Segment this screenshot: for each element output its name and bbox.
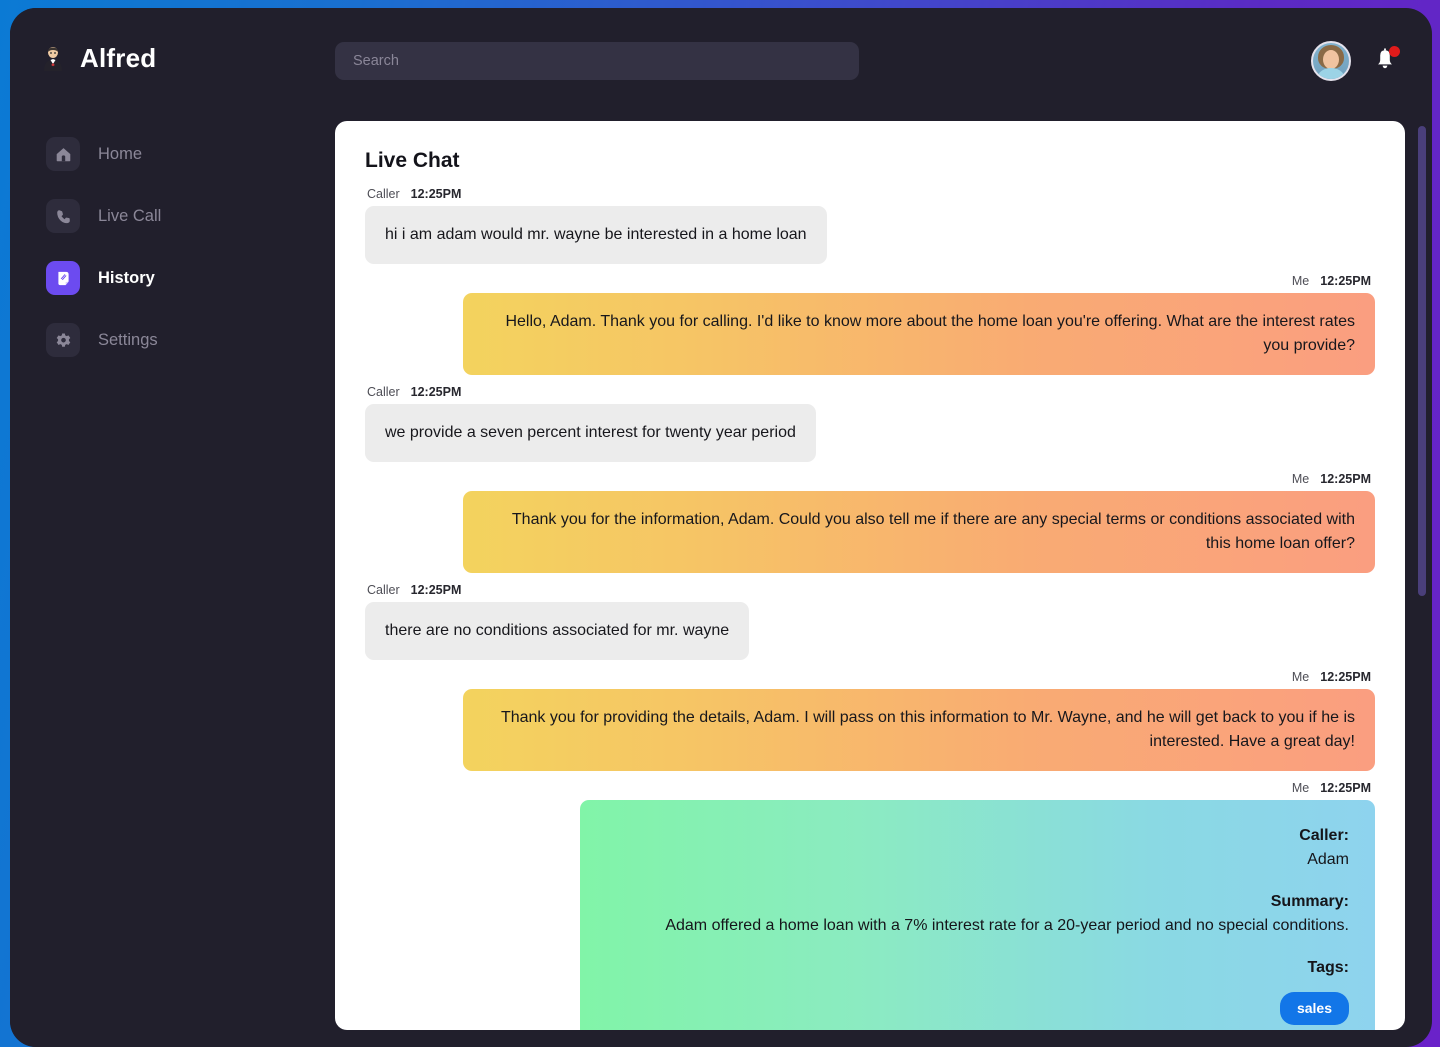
message-time: 12:25PM bbox=[410, 385, 462, 399]
sidebar-item-label: Home bbox=[98, 144, 143, 163]
butler-icon bbox=[38, 43, 68, 73]
message-bubble: Thank you for the information, Adam. Cou… bbox=[463, 491, 1375, 573]
message-bubble: we provide a seven percent interest for … bbox=[365, 404, 816, 462]
message-time: 12:25PM bbox=[1320, 670, 1371, 684]
sidebar-item-settings[interactable]: Settings bbox=[10, 309, 324, 371]
message-sender: Me bbox=[1291, 781, 1310, 795]
document-icon bbox=[46, 261, 80, 295]
message-right: Me 12:25PM Thank you for the information, … bbox=[365, 472, 1375, 573]
message-time: 12:25PM bbox=[1320, 274, 1371, 288]
brand-name: Alfred bbox=[80, 42, 157, 73]
message-sender: Caller bbox=[367, 583, 400, 597]
message-time: 12:25PM bbox=[410, 583, 462, 597]
message-left: Caller 12:25PM we provide a seven percent … bbox=[365, 385, 1375, 462]
page-title: Live Chat bbox=[365, 149, 460, 172]
summary-label: Summary: bbox=[1270, 893, 1349, 910]
message-time: 12:25PM bbox=[410, 187, 462, 201]
message-bubble: Hello, Adam. Thank you for calling. I'd … bbox=[463, 293, 1375, 375]
phone-icon bbox=[46, 199, 80, 233]
message-sender: Me bbox=[1291, 274, 1310, 288]
scrollbar-thumb[interactable] bbox=[1418, 126, 1426, 596]
message-bubble: hi i am adam would mr. wayne be interest… bbox=[365, 206, 827, 264]
message-time: 12:25PM bbox=[1320, 781, 1371, 795]
tags-row: sales bbox=[606, 992, 1349, 1025]
notification-dot bbox=[1389, 46, 1400, 57]
search-input[interactable] bbox=[335, 42, 859, 80]
call-summary-card: Caller: Adam Summary: Adam offered a home l… bbox=[580, 800, 1375, 1030]
window-frame: Alfred Home Live Call History Settings S… bbox=[0, 0, 1440, 1047]
message-sender: Me bbox=[1291, 472, 1310, 486]
message-meta: Me 12:25PM bbox=[1292, 274, 1375, 288]
message-sender: Caller bbox=[367, 385, 400, 399]
chat-panel: Live Chat Caller 12:25PM hi i am adam woul… bbox=[335, 121, 1405, 1030]
message-meta: Caller 12:25PM bbox=[365, 583, 1375, 597]
message-meta: Caller 12:25PM bbox=[365, 187, 1375, 201]
summary-text: Adam offered a home loan with a 7% inter… bbox=[665, 917, 1349, 934]
sidebar-item-label: History bbox=[98, 268, 155, 287]
message-right: Me 12:25PM Thank you for providing the det… bbox=[365, 670, 1375, 771]
sidebar-item-home[interactable]: Home bbox=[10, 123, 324, 185]
sidebar-item-live-call[interactable]: Live Call bbox=[10, 185, 324, 247]
app-window: Alfred Home Live Call History Settings S… bbox=[10, 8, 1432, 1047]
message-bubble: there are no conditions associated for m… bbox=[365, 602, 750, 660]
topbar bbox=[324, 8, 1432, 118]
tag-badge[interactable]: sales bbox=[1279, 992, 1349, 1025]
message-sender: Caller bbox=[367, 187, 400, 201]
message-meta: Me 12:25PM bbox=[1292, 781, 1375, 795]
message-left: Caller 12:25PM hi i am adam would mr. wayn… bbox=[365, 187, 1375, 264]
avatar[interactable] bbox=[1311, 41, 1351, 81]
topbar-actions bbox=[1311, 41, 1400, 81]
summary-message-row: Me 12:25PM Caller: Adam Summary: Adam offered… bbox=[365, 781, 1375, 1030]
avatar-face bbox=[1323, 50, 1339, 69]
sidebar-item-label: Settings bbox=[98, 330, 158, 349]
summary-tags-label: Tags: bbox=[1307, 959, 1349, 976]
sidebar-item-history[interactable]: History bbox=[10, 247, 324, 309]
sidebar: Alfred Home Live Call History Settings bbox=[10, 8, 324, 1047]
brand: Alfred bbox=[10, 8, 324, 78]
message-meta: Me 12:25PM bbox=[1292, 670, 1375, 684]
summary-caller-label: Caller: bbox=[1299, 827, 1349, 844]
message-bubble: Thank you for providing the details, Ada… bbox=[463, 689, 1375, 771]
home-icon bbox=[46, 137, 80, 171]
message-list: Caller 12:25PM hi i am adam would mr. wayn… bbox=[365, 187, 1375, 1030]
sidebar-nav: Home Live Call History Settings bbox=[10, 123, 324, 371]
message-left: Caller 12:25PM there are no conditions ass… bbox=[365, 583, 1375, 660]
gear-icon bbox=[46, 323, 80, 357]
message-meta: Caller 12:25PM bbox=[365, 385, 1375, 399]
message-sender: Me bbox=[1291, 670, 1310, 684]
message-meta: Me 12:25PM bbox=[1292, 472, 1375, 486]
summary-caller-value: Adam bbox=[1307, 851, 1349, 868]
notification-bell-icon[interactable] bbox=[1373, 46, 1400, 75]
sidebar-item-label: Live Call bbox=[98, 206, 162, 225]
message-right: Me 12:25PM Hello, Adam. Thank you for call… bbox=[365, 274, 1375, 375]
avatar-body bbox=[1316, 68, 1346, 79]
message-time: 12:25PM bbox=[1320, 472, 1371, 486]
